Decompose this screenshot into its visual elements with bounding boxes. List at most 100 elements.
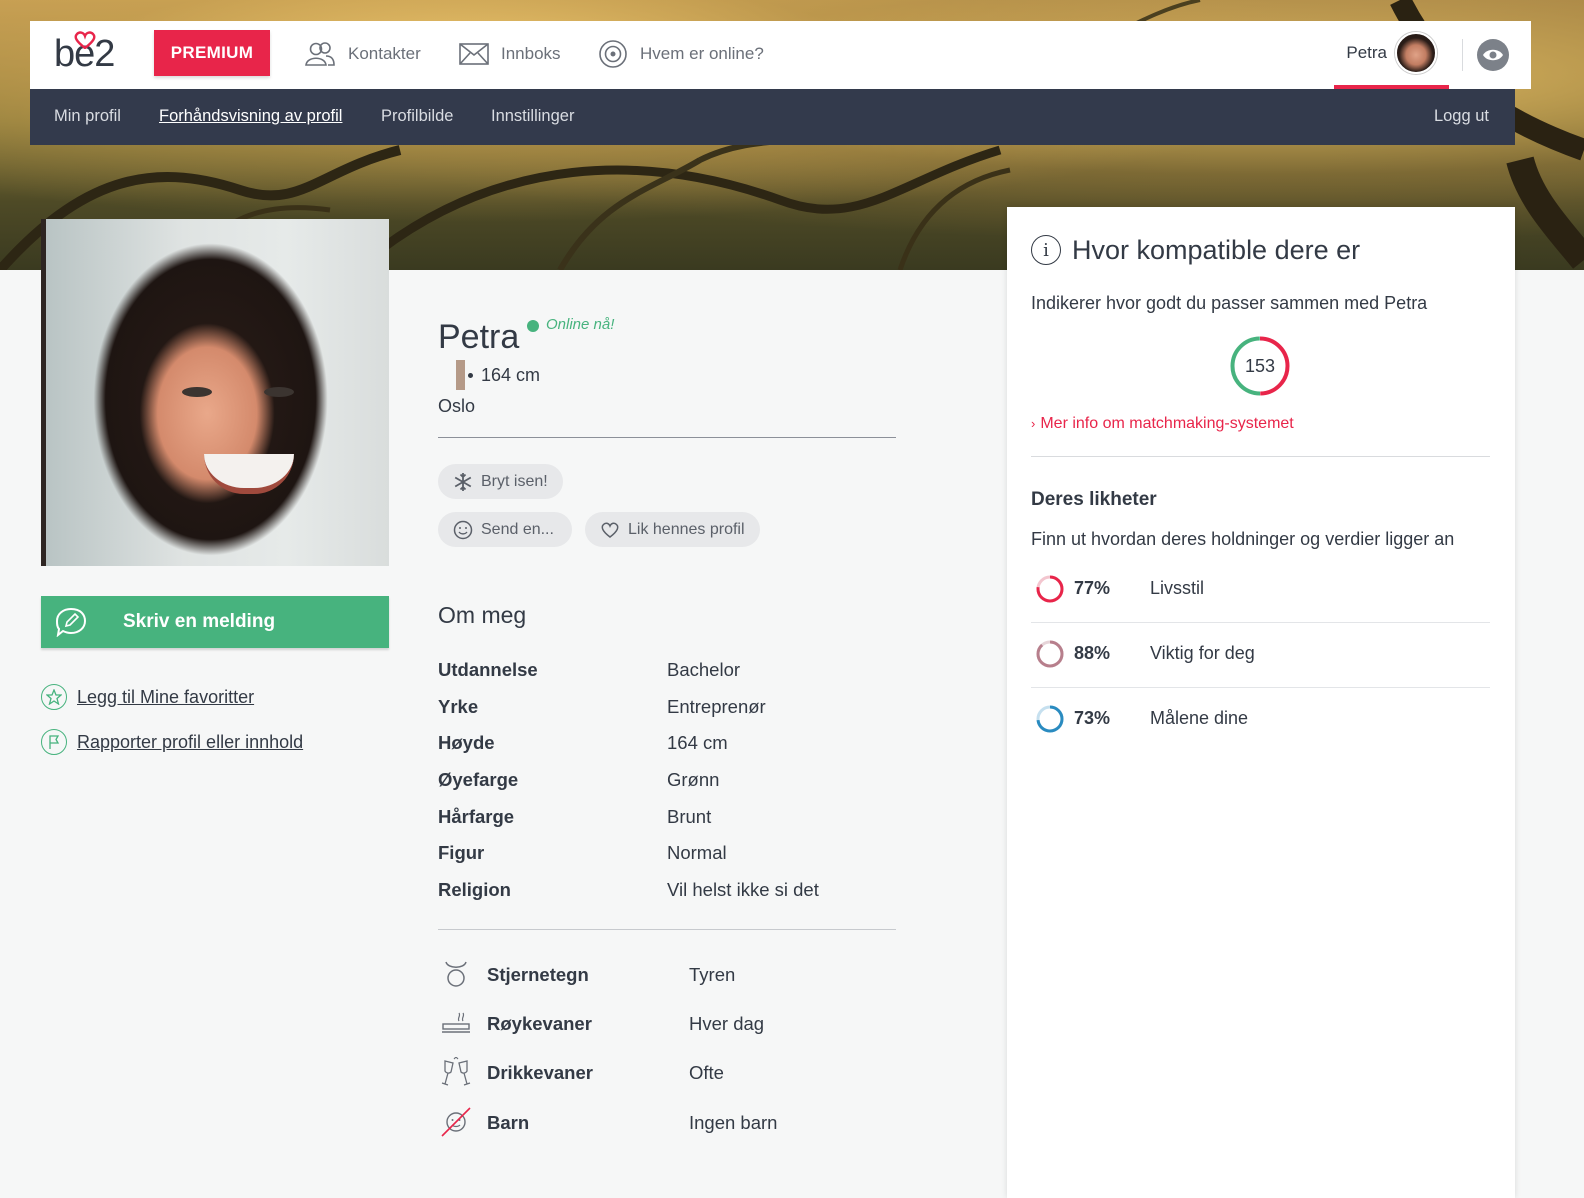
attr-value: Grønn <box>667 769 720 790</box>
attr-label: Utdannelse <box>438 659 538 680</box>
like-profile-button[interactable]: Lik hennes profil <box>585 512 760 547</box>
habit-label: Drikkevaner <box>487 1062 593 1083</box>
habit-label: Barn <box>487 1112 530 1133</box>
subnav-innstillinger[interactable]: Innstillinger <box>491 107 574 126</box>
attr-value: Bachelor <box>667 659 741 680</box>
icebreaker-label: Bryt isen! <box>481 472 548 490</box>
matchmaking-info-label: Mer info om matchmaking-systemet <box>1040 415 1294 432</box>
nav-kontakter[interactable]: Kontakter <box>304 39 421 69</box>
age-placeholder-bar <box>456 360 465 390</box>
logout-link[interactable]: Logg ut <box>1434 107 1489 126</box>
habit-label: Røykevaner <box>487 1013 592 1034</box>
divider <box>438 437 896 438</box>
similarity-label: Viktig for deg <box>1150 643 1255 663</box>
send-smile-button[interactable]: Send en... <box>438 512 572 547</box>
similarity-percent: 88% <box>1074 643 1111 663</box>
subnav-profilbilde[interactable]: Profilbilde <box>381 107 453 126</box>
header-divider <box>1462 39 1463 71</box>
compatibility-score: 153 <box>1244 355 1276 376</box>
user-name: Petra <box>1346 43 1387 62</box>
contacts-icon <box>305 42 335 66</box>
star-icon <box>41 684 67 710</box>
champagne-glasses-icon <box>440 1056 472 1088</box>
divider <box>438 929 896 930</box>
attr-label: Yrke <box>438 696 479 717</box>
attr-value: 164 cm <box>667 732 728 753</box>
attr-value: Brunt <box>667 806 712 827</box>
habit-label: Stjernetegn <box>487 964 589 985</box>
flag-icon <box>41 729 67 755</box>
premium-button[interactable]: PREMIUM <box>154 30 270 76</box>
nav-innboks[interactable]: Innboks <box>459 39 561 69</box>
attr-value: Normal <box>667 842 727 863</box>
preview-eye-button[interactable] <box>1477 39 1509 71</box>
attr-label: Hårfarge <box>438 806 515 827</box>
habit-value: Ingen barn <box>689 1112 778 1133</box>
similarity-percent: 73% <box>1074 708 1111 728</box>
user-menu[interactable]: Petra <box>1334 21 1449 89</box>
snowflake-icon <box>454 472 472 491</box>
online-radar-icon <box>599 40 627 68</box>
matchmaking-info-link[interactable]: › Mer info om matchmaking-systemet <box>1031 415 1294 433</box>
report-profile-link[interactable]: Rapporter profil eller innhold <box>41 729 303 755</box>
similarity-row[interactable]: 88% Viktig for deg <box>1031 623 1490 688</box>
online-status-dot <box>527 320 539 332</box>
add-favorite-label: Legg til Mine favoritter <box>77 686 255 707</box>
photo-eye-left <box>182 387 212 397</box>
online-status-text: Online nå! <box>546 316 615 333</box>
taurus-icon <box>440 958 472 990</box>
subnav-min-profil[interactable]: Min profil <box>54 107 121 126</box>
attr-label: Figur <box>438 842 485 863</box>
send-smile-label: Send en... <box>481 520 554 538</box>
similarities-title: Deres likheter <box>1031 489 1157 510</box>
subnav-forhandsvisning[interactable]: Forhåndsvisning av profil <box>159 107 342 126</box>
icebreaker-button[interactable]: Bryt isen! <box>438 464 563 499</box>
compatibility-title: Hvor kompatible dere er <box>1072 235 1361 265</box>
top-navigation-bar: be2 PREMIUM Kontakter Innboks Hvem er on… <box>30 21 1531 89</box>
separator-dot <box>468 372 473 378</box>
progress-ring-icon <box>1036 575 1064 603</box>
no-children-icon <box>440 1106 472 1138</box>
add-favorite-link[interactable]: Legg til Mine favoritter <box>41 684 254 710</box>
attr-value: Entreprenør <box>667 696 766 717</box>
heart-logo-icon <box>74 31 96 49</box>
similarity-percent: 77% <box>1074 578 1111 598</box>
write-message-button[interactable]: Skriv en melding <box>41 596 389 648</box>
report-profile-label: Rapporter profil eller innhold <box>77 731 304 752</box>
cigarette-icon <box>440 1007 472 1039</box>
profile-name: Petra <box>438 318 520 356</box>
photo-smile <box>204 454 294 494</box>
eye-icon <box>1483 49 1503 61</box>
avatar <box>1395 32 1437 74</box>
nav-hvem-er-online[interactable]: Hvem er online? <box>598 39 764 69</box>
similarity-row[interactable]: 73% Målene dine <box>1031 688 1490 753</box>
profile-photo[interactable] <box>41 219 389 566</box>
nav-innboks-label: Innboks <box>501 44 561 63</box>
habit-value: Hver dag <box>689 1013 765 1034</box>
similarity-row[interactable]: 77% Livsstil <box>1031 558 1490 623</box>
similarity-label: Livsstil <box>1150 578 1205 598</box>
be2-logo[interactable]: be2 <box>54 31 118 75</box>
smiley-chat-icon <box>453 520 473 539</box>
similarities-subtitle: Finn ut hvordan deres holdninger og verd… <box>1031 529 1455 549</box>
habit-value: Ofte <box>689 1062 724 1083</box>
attr-value: Vil helst ikke si det <box>667 879 819 900</box>
nav-kontakter-label: Kontakter <box>348 44 421 63</box>
progress-ring-icon <box>1036 705 1064 733</box>
info-icon[interactable]: i <box>1031 235 1061 265</box>
photo-eye-right <box>264 387 294 397</box>
attr-label: Høyde <box>438 732 495 753</box>
similarity-label: Målene dine <box>1150 708 1249 728</box>
nav-hvem-er-online-label: Hvem er online? <box>640 44 764 63</box>
heart-icon <box>601 521 619 538</box>
write-message-label: Skriv en melding <box>123 611 276 632</box>
attr-label: Religion <box>438 879 511 900</box>
envelope-icon <box>459 43 489 65</box>
profile-height-value: 164 cm <box>481 364 541 385</box>
about-me-title: Om meg <box>438 602 527 628</box>
profile-sub-navigation: Min profil Forhåndsvisning av profil Pro… <box>30 89 1515 145</box>
compatibility-subtitle: Indikerer hvor godt du passer sammen med… <box>1031 293 1428 313</box>
compatibility-panel: i Hvor kompatible dere er Indikerer hvor… <box>1007 207 1515 1198</box>
divider <box>1031 456 1490 457</box>
like-profile-label: Lik hennes profil <box>628 520 745 538</box>
